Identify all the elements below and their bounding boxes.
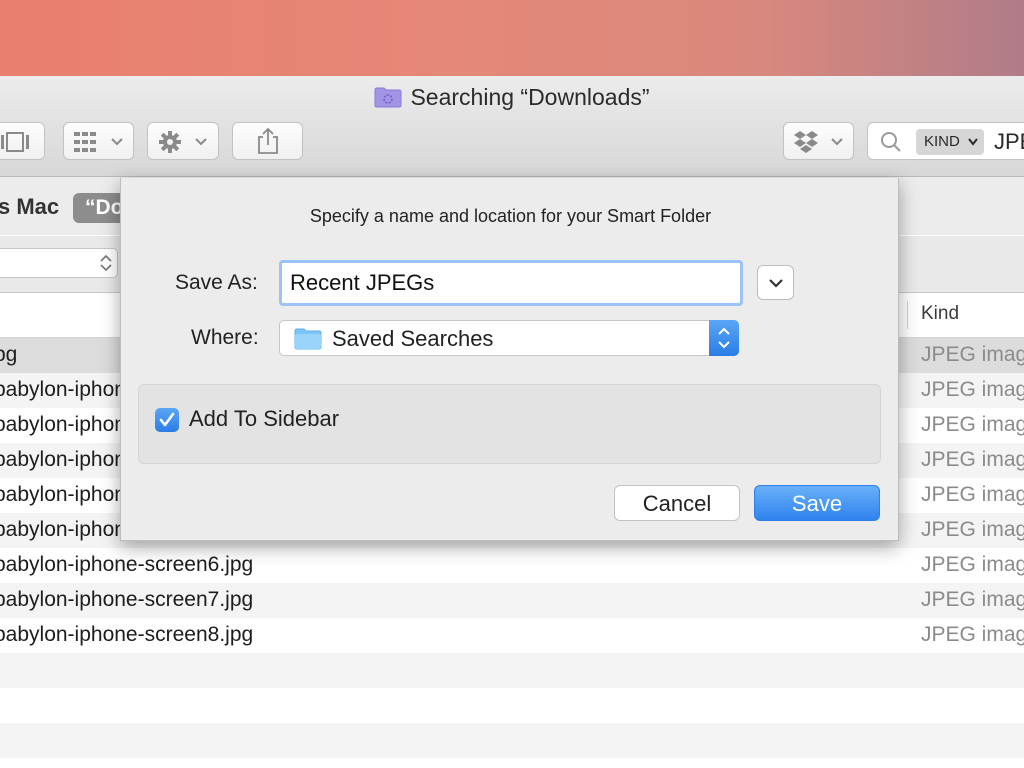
save-as-input[interactable] [279,260,743,306]
table-row[interactable]: pabylon-iphone-screen6.jpg JPEG imag [0,548,1024,583]
file-kind: JPEG imag [921,378,1024,401]
search-icon [881,132,901,152]
where-label: Where: [191,326,259,349]
where-value: Saved Searches [332,326,494,351]
arrange-button[interactable] [63,122,134,160]
empty-row [0,653,1024,688]
file-kind: JPEG imag [921,553,1024,576]
popup-stepper[interactable] [709,320,739,356]
checkmark-icon [159,412,175,427]
add-to-sidebar-checkbox[interactable] [155,408,179,432]
file-kind: JPEG imag [921,623,1024,646]
search-kind-token[interactable]: KIND [916,129,984,155]
sheet-title: Specify a name and location for your Sma… [309,206,712,226]
dropbox-icon [794,131,843,153]
file-name: pabylon-iphone-screen8.jpg [0,623,254,646]
criteria-select[interactable] [0,248,118,278]
gear-icon [159,131,207,153]
column-divider [907,301,908,329]
table-row[interactable]: pabylon-iphone-screen7.jpg JPEG imag [0,583,1024,618]
file-kind: JPEG imag [921,518,1024,541]
window-title-container: Searching “Downloads” [0,84,1024,111]
coverflow-icon [1,132,29,152]
file-name: pabylon-iphone-screen6.jpg [0,553,254,576]
empty-row [0,688,1024,723]
file-name: pabylon-iphone-screen7.jpg [0,588,254,611]
file-kind: JPEG imag [921,343,1024,366]
kind-column-header[interactable]: Kind [921,303,959,325]
search-query-text: JPE [994,129,1024,154]
file-kind: JPEG imag [921,448,1024,471]
updown-chevron-icon [100,254,112,272]
empty-row [0,758,1024,768]
add-to-sidebar-label[interactable]: Add To Sidebar [189,406,339,432]
file-name: pg [0,343,18,366]
file-kind: JPEG imag [921,413,1024,436]
view-coverflow-button[interactable] [0,122,45,160]
action-menu-button[interactable] [147,122,219,160]
dropbox-button[interactable] [783,122,854,160]
window-title: Searching “Downloads” [410,84,650,110]
share-button[interactable] [232,122,303,160]
updown-chevron-icon [718,327,730,349]
empty-row [0,723,1024,758]
share-icon [258,127,278,154]
save-button[interactable]: Save [754,485,880,521]
save-smart-folder-sheet: Specify a name and location for your Sma… [120,178,899,541]
scope-this-mac[interactable]: s Mac [0,194,59,220]
search-kind-label: KIND [924,133,960,150]
expand-dialog-button[interactable] [757,265,794,300]
save-as-label: Save As: [175,271,258,294]
table-row[interactable]: pabylon-iphone-screen8.jpg JPEG imag [0,618,1024,653]
file-kind: JPEG imag [921,588,1024,611]
file-kind: JPEG imag [921,483,1024,506]
smart-folder-icon [374,86,402,108]
arrange-grid-icon [74,132,123,152]
cancel-button[interactable]: Cancel [614,485,740,521]
options-box: Add To Sidebar [138,384,881,464]
search-field[interactable]: KIND JPE [867,122,1024,160]
where-popup[interactable]: Saved Searches [279,320,739,356]
chevron-down-icon [968,138,978,146]
titlebar: Searching “Downloads” KIND JP [0,76,1024,177]
desktop-background [0,0,1024,78]
chevron-down-icon [769,279,783,288]
folder-icon [294,328,322,350]
